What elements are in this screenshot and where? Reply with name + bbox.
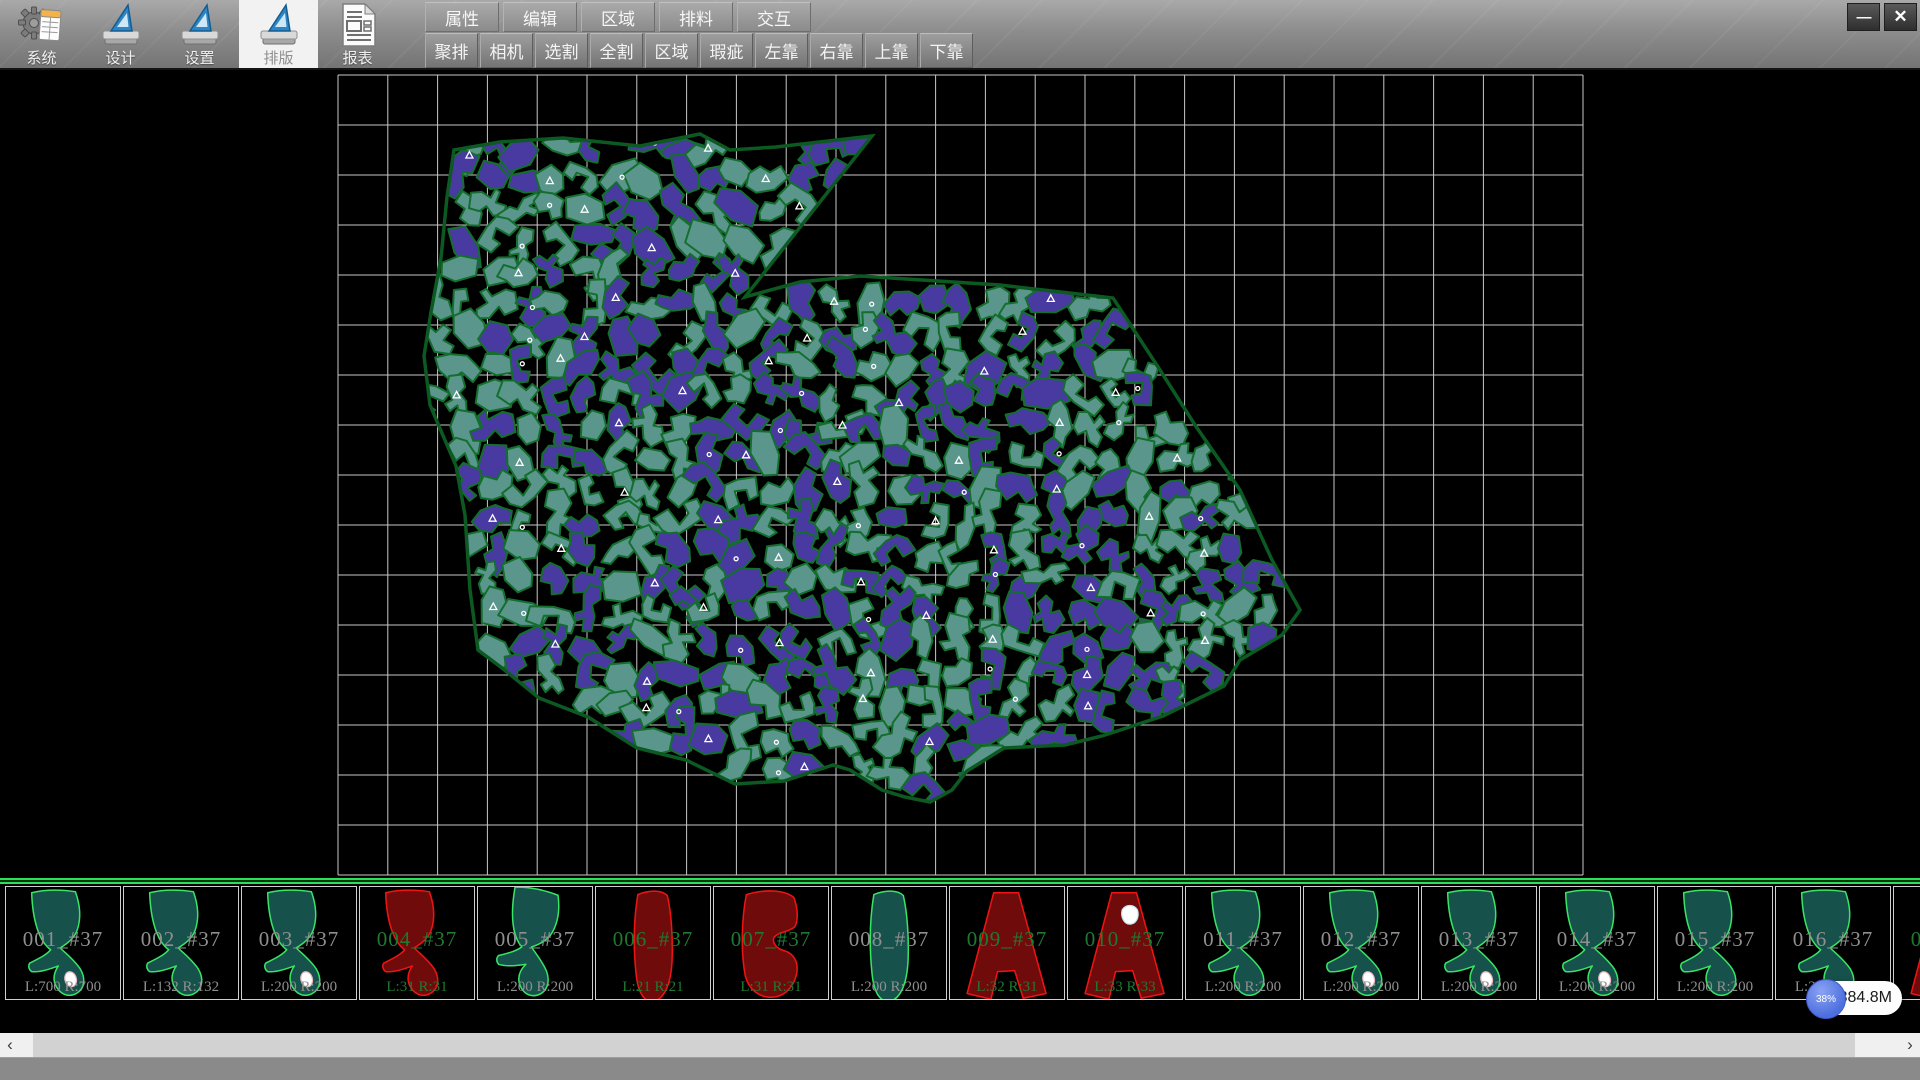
piece-thumbnail[interactable]: 011_#37 L:200 R:200 xyxy=(1185,886,1301,1000)
piece-thumbnail[interactable]: 010_#37 L:33 R:33 xyxy=(1067,886,1183,1000)
app-tab-settings[interactable]: 设置 xyxy=(160,0,239,68)
tool-cluster-nest[interactable]: 聚排 xyxy=(425,33,478,68)
piece-thumbnail[interactable]: 015_#37 L:200 R:200 xyxy=(1657,886,1773,1000)
piece-lr-count-label: L:200 R:200 xyxy=(832,979,946,996)
nesting-canvas[interactable] xyxy=(0,70,1920,878)
piece-thumbnail[interactable]: 004_#37 L:31 R:31 xyxy=(359,886,475,1000)
app-tab-report[interactable]: 报表 xyxy=(318,0,397,68)
piece-lr-count-label: L:31 R:31 xyxy=(714,979,828,996)
app-tab-design[interactable]: 设计 xyxy=(81,0,160,68)
menu-bar: 属性 编辑 区域 排料 交互 xyxy=(425,2,811,32)
piece-thumbnail[interactable]: 014_#37 L:200 R:200 xyxy=(1539,886,1655,1000)
piece-lr-count-label: L:132 R:132 xyxy=(124,979,238,996)
piece-thumbnail[interactable]: 009_#37 L:32 R:31 xyxy=(949,886,1065,1000)
piece-thumbnail[interactable]: 006_#37 L:21 R:21 xyxy=(595,886,711,1000)
close-icon: ✕ xyxy=(1893,7,1907,27)
piece-lr-count-label: L:200 R:200 xyxy=(1540,979,1654,996)
minimize-icon: — xyxy=(1857,9,1871,26)
piece-lr-count-label: L:200 R:200 xyxy=(242,979,356,996)
piece-thumbnail[interactable]: 012_#37 L:200 R:200 xyxy=(1303,886,1419,1000)
piece-thumbnail[interactable]: 002_#37 L:132 R:132 xyxy=(123,886,239,1000)
piece-thumbnail[interactable]: 007_#37 L:31 R:31 xyxy=(713,886,829,1000)
piece-lr-count-label: L:200 R:200 xyxy=(1422,979,1536,996)
menu-region[interactable]: 区域 xyxy=(581,2,655,32)
piece-id-label: 002_#37 xyxy=(124,927,238,952)
piece-id-label: 008_#37 xyxy=(832,927,946,952)
nesting-ruler-icon xyxy=(256,2,302,53)
nesting-app-window: 系统 设计 xyxy=(0,0,1920,1080)
piece-id-label: 014_#37 xyxy=(1540,927,1654,952)
tool-cut-all[interactable]: 全割 xyxy=(590,33,643,68)
piece-id-label: 010_#37 xyxy=(1068,927,1182,952)
close-button[interactable]: ✕ xyxy=(1884,3,1917,31)
piece-thumbnail[interactable]: 003_#37 L:200 R:200 xyxy=(241,886,357,1000)
menu-nesting[interactable]: 排料 xyxy=(659,2,733,32)
piece-id-label: 015_#37 xyxy=(1658,927,1772,952)
menu-interaction[interactable]: 交互 xyxy=(737,2,811,32)
piece-id-label: 006_#37 xyxy=(596,927,710,952)
piece-lr-count-label: L:32 R:31 xyxy=(950,979,1064,996)
piece-lr-count-label: L:21 R:21 xyxy=(596,979,710,996)
piece-id-label: 005_#37 xyxy=(478,927,592,952)
horizontal-scrollbar[interactable]: ‹ › xyxy=(0,1033,1920,1057)
scroll-left-icon[interactable]: ‹ xyxy=(0,1033,20,1057)
piece-lr-count-label: L:33 R:33 xyxy=(1068,979,1182,996)
progress-value: 38% xyxy=(1816,994,1836,1005)
tool-align-right[interactable]: 右靠 xyxy=(810,33,863,68)
app-mode-bar: 系统 设计 xyxy=(2,0,397,68)
piece-id-label: 003_#37 xyxy=(242,927,356,952)
settings-ruler-icon xyxy=(177,2,223,53)
memory-value: 384.8M xyxy=(1839,989,1892,1007)
scrollbar-thumb[interactable] xyxy=(33,1033,1855,1057)
menu-edit[interactable]: 编辑 xyxy=(503,2,577,32)
tool-camera[interactable]: 相机 xyxy=(480,33,533,68)
tool-defect[interactable]: 瑕疵 xyxy=(700,33,753,68)
piece-thumbnail[interactable]: 017_#37 L: xyxy=(1893,886,1920,1000)
piece-id-label: 016_#37 xyxy=(1776,927,1890,952)
minimize-button[interactable]: — xyxy=(1847,3,1880,31)
piece-id-label: 017_#37 xyxy=(1894,927,1920,952)
piece-thumbnail[interactable]: 001_#37 L:700 R:700 xyxy=(5,886,121,1000)
design-ruler-icon xyxy=(98,2,144,53)
piece-lr-count-label: L:200 R:200 xyxy=(478,979,592,996)
tool-region[interactable]: 区域 xyxy=(645,33,698,68)
toolbar: 系统 设计 xyxy=(0,0,1920,70)
piece-lr-count-label: L:31 R:31 xyxy=(360,979,474,996)
menu-properties[interactable]: 属性 xyxy=(425,2,499,32)
piece-lr-count-label: L:200 R:200 xyxy=(1304,979,1418,996)
piece-id-label: 009_#37 xyxy=(950,927,1064,952)
tool-select-cut[interactable]: 选割 xyxy=(535,33,588,68)
report-doc-icon xyxy=(335,2,381,53)
scroll-right-icon[interactable]: › xyxy=(1900,1033,1920,1057)
piece-lr-count-label: L:700 R:700 xyxy=(6,979,120,996)
piece-id-label: 013_#37 xyxy=(1422,927,1536,952)
piece-thumbnail[interactable]: 013_#37 L:200 R:200 xyxy=(1421,886,1537,1000)
progress-badge: 38% xyxy=(1806,979,1846,1019)
piece-thumbnail[interactable]: 005_#37 L:200 R:200 xyxy=(477,886,593,1000)
nesting-svg xyxy=(0,70,1920,878)
piece-thumbnail-strip: 001_#37 L:700 R:700 002_#37 L:132 R:132 … xyxy=(0,884,1920,1033)
tool-align-top[interactable]: 上靠 xyxy=(865,33,918,68)
piece-id-label: 007_#37 xyxy=(714,927,828,952)
nested-pieces xyxy=(406,124,1289,806)
piece-id-label: 011_#37 xyxy=(1186,927,1300,952)
piece-id-label: 012_#37 xyxy=(1304,927,1418,952)
tool-align-bottom[interactable]: 下靠 xyxy=(920,33,973,68)
status-bar xyxy=(0,1057,1920,1080)
piece-lr-count-label: L:200 R:200 xyxy=(1186,979,1300,996)
system-gear-icon xyxy=(18,2,66,53)
piece-lr-count-label: L:200 R:200 xyxy=(1658,979,1772,996)
app-tab-system[interactable]: 系统 xyxy=(2,0,81,68)
window-controls: — ✕ xyxy=(1847,3,1917,31)
tool-bar: 聚排 相机 选割 全割 区域 瑕疵 左靠 右靠 上靠 下靠 xyxy=(425,33,973,68)
piece-id-label: 004_#37 xyxy=(360,927,474,952)
piece-thumbnail[interactable]: 008_#37 L:200 R:200 xyxy=(831,886,947,1000)
tool-align-left[interactable]: 左靠 xyxy=(755,33,808,68)
piece-id-label: 001_#37 xyxy=(6,927,120,952)
app-tab-nesting[interactable]: 排版 xyxy=(239,0,318,68)
